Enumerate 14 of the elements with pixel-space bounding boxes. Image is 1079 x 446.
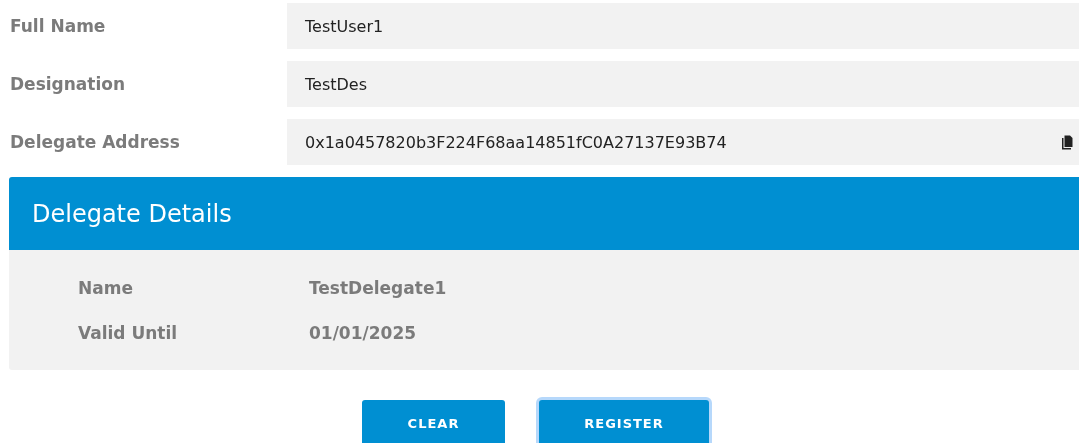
detail-value: 01/01/2025: [309, 322, 417, 343]
copy-icon[interactable]: [1061, 134, 1073, 150]
input-field[interactable]: TestUser1: [287, 3, 1079, 49]
input-field[interactable]: TestDes: [287, 61, 1079, 107]
detail-label: Valid Until: [78, 322, 179, 343]
clear-button[interactable]: CLEAR: [362, 400, 505, 443]
register-button[interactable]: REGISTER: [539, 400, 709, 443]
field-label: Designation: [9, 74, 127, 94]
detail-value: TestDelegate1: [309, 277, 447, 298]
input-field[interactable]: 0x1a0457820b3F224F68aa14851fC0A27137E93B74: [287, 119, 1079, 165]
field-label: Delegate Address: [9, 132, 181, 152]
panel-title: Delegate Details: [32, 199, 232, 228]
field-label: Full Name: [9, 16, 107, 36]
detail-label: Name: [78, 277, 134, 298]
